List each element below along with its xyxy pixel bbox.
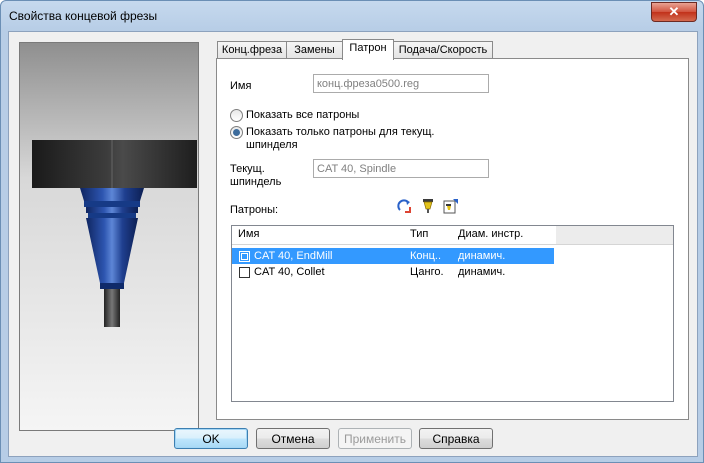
- col-header-diameter[interactable]: Диам. инстр.: [458, 228, 523, 240]
- show-all-label: Показать все патроны: [246, 109, 360, 121]
- show-current-label-line1: Показать только патроны для текущ.: [246, 126, 435, 138]
- title-bar[interactable]: Свойства концевой фрезы ✕: [1, 1, 703, 31]
- window-title: Свойства концевой фрезы: [9, 9, 158, 23]
- row-type: Цанго.: [410, 266, 444, 278]
- holders-label: Патроны:: [230, 204, 279, 216]
- cancel-button[interactable]: Отмена: [256, 428, 330, 449]
- holder-icon[interactable]: [420, 198, 436, 214]
- list-header: Имя Тип Диам. инстр.: [232, 226, 673, 245]
- spindle-label-line1: Текущ.: [230, 163, 265, 175]
- col-header-name[interactable]: Имя: [238, 228, 259, 240]
- current-spindle-field[interactable]: CAT 40, Spindle: [313, 159, 489, 178]
- tab-replacements[interactable]: Замены: [286, 41, 343, 59]
- row-diameter: динамич.: [458, 250, 506, 262]
- tab-holder[interactable]: Патрон: [342, 39, 394, 60]
- row-name: CAT 40, EndMill: [254, 250, 333, 262]
- tab-endmill[interactable]: Конц.фреза: [217, 41, 287, 59]
- col-header-type[interactable]: Тип: [410, 228, 428, 240]
- tool-shank-shape: [104, 289, 120, 327]
- name-label: Имя: [230, 80, 252, 92]
- row-type: Конц..: [410, 250, 442, 262]
- show-current-label-line2: шпинделя: [246, 139, 298, 151]
- name-field[interactable]: конц.фреза0500.reg: [313, 74, 489, 93]
- row-checkbox[interactable]: [239, 267, 250, 278]
- spindle-label-line2: шпиндель: [230, 176, 282, 188]
- tool-holder-illustration: [32, 140, 197, 327]
- row-checkbox[interactable]: [239, 251, 250, 262]
- help-button[interactable]: Справка: [419, 428, 493, 449]
- show-current-spindle-radio[interactable]: [230, 126, 243, 139]
- show-all-radio[interactable]: [230, 109, 243, 122]
- holders-list[interactable]: Имя Тип Диам. инстр. CAT 40, EndMill Кон…: [231, 225, 674, 402]
- apply-button[interactable]: Применить: [338, 428, 412, 449]
- row-name: CAT 40, Collet: [254, 266, 325, 278]
- edit-holder-icon[interactable]: [443, 198, 459, 214]
- table-row[interactable]: CAT 40, EndMill Конц.. динамич.: [232, 248, 554, 264]
- dialog-window: Свойства концевой фрезы ✕ Конц.фреза Зам…: [0, 0, 704, 463]
- holder-body-shape: [86, 218, 138, 283]
- holder-tab-panel: Имя конц.фреза0500.reg Показать все патр…: [216, 58, 689, 420]
- flange-shape: [32, 140, 197, 188]
- close-button[interactable]: ✕: [651, 2, 697, 22]
- refresh-holders-icon[interactable]: [397, 198, 413, 214]
- tab-feed-speed[interactable]: Подача/Скорость: [393, 41, 493, 59]
- ok-button[interactable]: OK: [174, 428, 248, 449]
- tool-holder-preview: [19, 42, 199, 431]
- row-diameter: динамич.: [458, 266, 506, 278]
- dialog-client: Конц.фреза Замены Патрон Подача/Скорость…: [8, 31, 698, 457]
- table-row[interactable]: CAT 40, Collet Цанго. динамич.: [232, 264, 554, 280]
